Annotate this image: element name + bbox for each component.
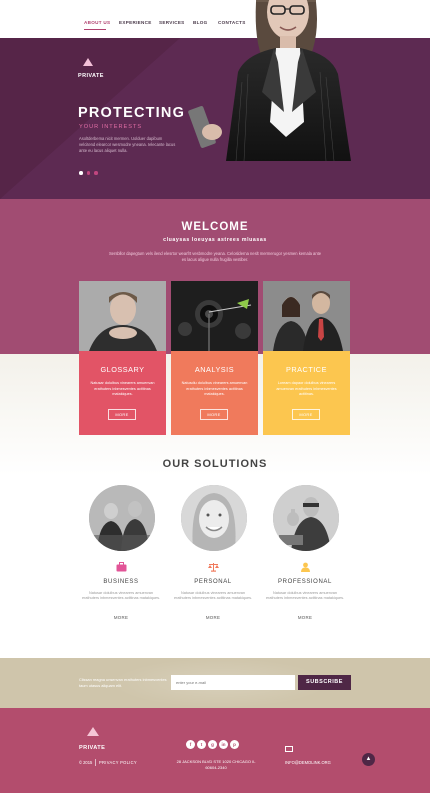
mail-icon [285,746,293,752]
nav-item-experience[interactable]: EXPERIENCE [119,20,152,25]
card-body: ANALYSIS Natusdiu dolulbus vinearers amu… [171,351,258,435]
card-title: GLOSSARY [100,365,145,374]
newsletter-section: Clissan reagna unsenvan erathuters inbme… [0,658,430,708]
solution-title: BUSINESS [103,579,139,585]
card-more-button[interactable]: MORE [292,409,320,420]
solution-title: PROFESSIONAL [278,579,332,585]
slider-dot[interactable] [86,171,90,175]
facebook-icon[interactable]: f [186,740,195,749]
card-more-button[interactable]: MORE [108,409,136,420]
solution-text: Natusar dolulbus vinearers amuenvan erat… [81,591,161,601]
subscribe-button[interactable]: SUBSCRIBE [298,675,351,690]
solution-text: Natusar dolulbus vinearers amuenvan erat… [173,591,253,601]
card-photo-target [171,281,258,351]
slider-pagination [79,171,98,175]
site-logo[interactable]: PRIVATE [78,73,104,79]
hero-text: Asoltderbema nicit mermen. Uolduer dapib… [79,136,176,154]
card-body: GLOSSARY Natusar dolulbus vinearers amue… [79,351,166,435]
back-to-top-button[interactable]: ▲ [362,753,375,766]
privacy-policy-link[interactable]: PRIVACY POLICY [99,760,137,765]
solution-title: PERSONAL [194,579,232,585]
footer-address: 28 JACKSON BLVD STE 1020 CHICAGO IL 6060… [176,759,256,770]
solution-text: Natusar dolulbus vinearers amuenvan erat… [265,591,345,601]
welcome-text: Sersbllor dapegtum vels ilend elesrtor w… [108,251,322,262]
copyright: © 2015 [79,760,93,765]
welcome-subtitle: cluaysas loeuyas astrees mluasas [163,237,267,243]
card-text: Natusar dolulbus vinearers amuenvan erat… [90,381,155,396]
card-text: Natusdiu dolulbus vinearers amuenvan era… [181,381,248,396]
footer: PRIVATE © 2015 PRIVACY POLICY f t g in p… [0,708,430,793]
linkedin-icon[interactable]: in [219,740,228,749]
solution-more-link[interactable]: MORE [168,615,258,620]
card-text: Loream dapaor dolulbus vinearers amuenva… [276,381,337,396]
hero-title: PROTECTING [78,105,186,121]
user-icon [301,562,310,572]
solution-more-link[interactable]: MORE [76,615,166,620]
nav-item-about-us[interactable]: ABOUT US [84,20,110,25]
card-title: ANALYSIS [194,365,235,374]
pinterest-icon[interactable]: p [230,740,239,749]
slider-dot[interactable] [79,171,83,175]
footer-divider [95,759,96,766]
briefcase-icon [116,562,127,572]
twitter-icon[interactable]: t [197,740,206,749]
scales-icon [208,563,219,572]
logo-icon [87,727,99,736]
card-photo-team [263,281,350,351]
nav-active-indicator [84,29,106,30]
solutions-title: OUR SOLUTIONS [162,458,268,470]
footer-email-link[interactable]: INFO@DEMOLINK.ORG [285,760,331,765]
card-body: PRACTICE Loream dapaor dolulbus vinearer… [263,351,350,435]
email-field[interactable] [171,675,295,690]
newsletter-text: Clissan reagna unsenvan erathuters inbme… [79,677,167,688]
google-plus-icon[interactable]: g [208,740,217,749]
welcome-title: WELCOME [181,221,249,233]
slider-dot[interactable] [94,171,98,175]
solution-photo-meeting [89,485,155,551]
solution-photo-thumbs-up [273,485,339,551]
card-more-button[interactable]: MORE [200,409,228,420]
nav-item-services[interactable]: SERVICES [159,20,185,25]
social-links: f t g in p [186,740,239,749]
logo-icon [83,58,93,66]
businesswoman-image [188,0,351,161]
solution-more-link[interactable]: MORE [260,615,350,620]
solution-photo-woman [181,485,247,551]
card-glossary: GLOSSARY Natusar dolulbus vinearers amue… [79,281,166,435]
card-photo-businessman [79,281,166,351]
card-practice: PRACTICE Loream dapaor dolulbus vinearer… [263,281,350,435]
card-analysis: ANALYSIS Natusdiu dolulbus vinearers amu… [171,281,258,435]
card-title: PRACTICE [286,365,327,374]
footer-logo[interactable]: PRIVATE [79,745,105,751]
hero-subtitle: YOUR INTERESTS [79,124,143,130]
